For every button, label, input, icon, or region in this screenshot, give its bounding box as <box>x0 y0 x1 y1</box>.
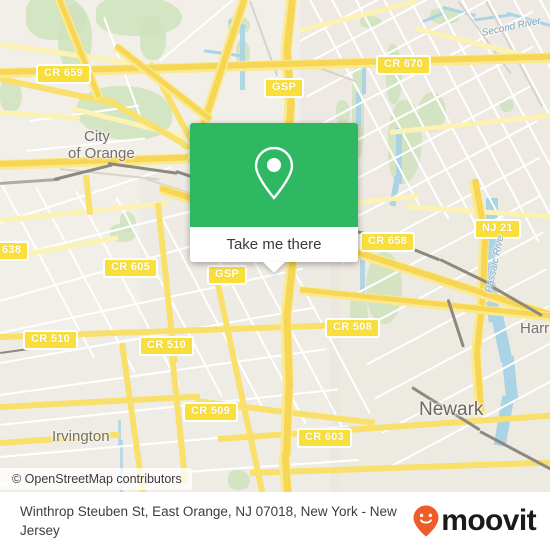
location-popup[interactable]: Take me there <box>190 123 358 273</box>
attribution-text[interactable]: © OpenStreetMap contributors <box>0 468 192 490</box>
road-shield: CR 508 <box>325 318 381 338</box>
place-label: City <box>84 128 110 145</box>
road-shield: CR 658 <box>360 232 416 252</box>
road-shield: 638 <box>0 241 30 261</box>
footer-bar: Winthrop Steuben St, East Orange, NJ 070… <box>0 492 550 550</box>
popup-footer[interactable]: Take me there <box>190 227 358 262</box>
moovit-brand[interactable]: moovit <box>413 504 550 538</box>
map-pin-icon <box>251 144 297 207</box>
road-shield: CR 659 <box>36 64 92 84</box>
place-label: Irvington <box>52 428 110 445</box>
place-label: Newark <box>419 399 484 420</box>
road-shield: CR 605 <box>103 258 159 278</box>
road-shield: CR 603 <box>297 428 353 448</box>
road-shield: CR 510 <box>139 336 195 356</box>
place-label: of Orange <box>68 145 135 162</box>
popup-header <box>190 123 358 227</box>
moovit-smiley-pin-icon <box>413 505 439 537</box>
take-me-there-label: Take me there <box>226 236 322 253</box>
moovit-wordmark: moovit <box>441 504 536 537</box>
popup-pointer <box>263 262 285 273</box>
road-shield: CR 510 <box>23 330 79 350</box>
place-label: Harris <box>520 320 550 337</box>
road-shield: CR 670 <box>376 55 432 75</box>
road-shield: GSP <box>264 78 305 98</box>
road-shield: CR 509 <box>183 402 239 422</box>
location-address: Winthrop Steuben St, East Orange, NJ 070… <box>20 504 397 538</box>
map-canvas[interactable]: CR 659 GSP CR 670 NJ 21 638 CR 605 CR 658 GSP CR… <box>0 0 550 492</box>
road-shield: GSP <box>207 265 248 285</box>
map-screenshot: CR 659 GSP CR 670 NJ 21 638 CR 605 CR 658 GSP CR… <box>0 0 550 550</box>
